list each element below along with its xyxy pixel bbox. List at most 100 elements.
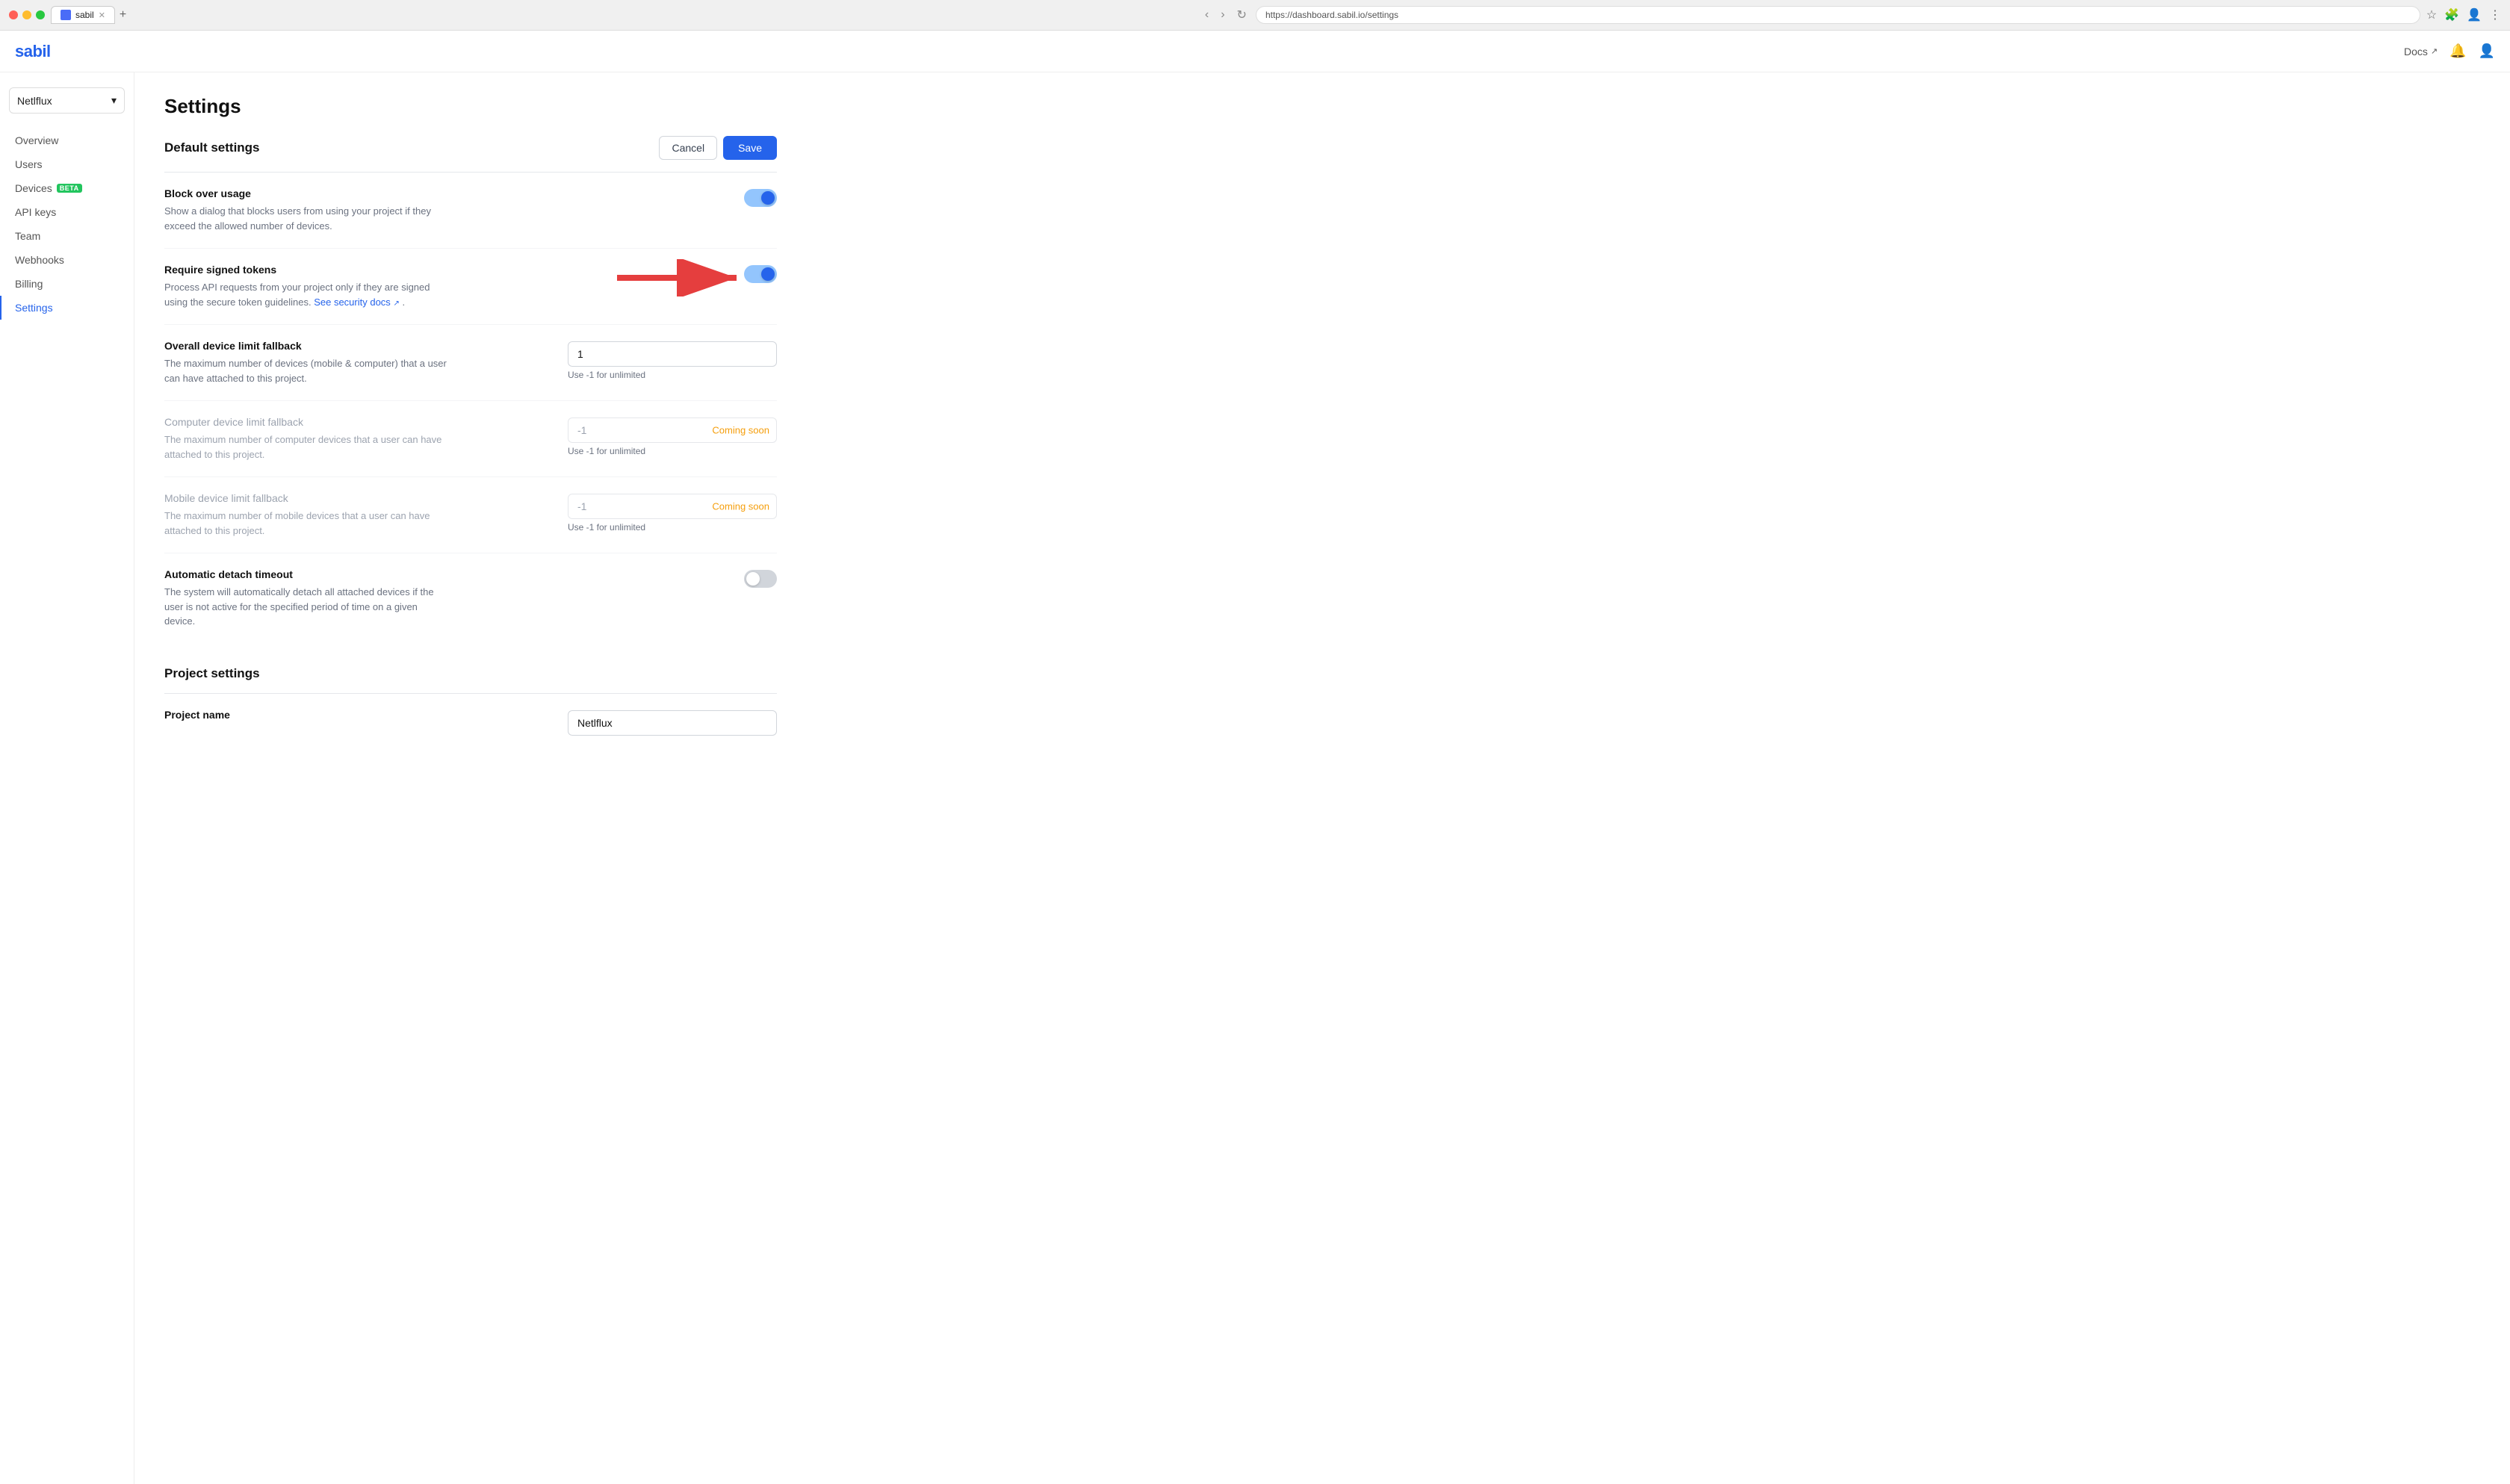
setting-control: Coming soon Use -1 for unlimited bbox=[568, 417, 777, 456]
new-tab-button[interactable]: + bbox=[120, 8, 126, 22]
setting-text: Automatic detach timeout The system will… bbox=[164, 568, 448, 629]
sidebar-item-webhooks[interactable]: Webhooks bbox=[0, 248, 134, 272]
tab-bar: sabil ✕ + bbox=[51, 6, 1196, 24]
sidebar-item-billing[interactable]: Billing bbox=[0, 272, 134, 296]
beta-badge: BETA bbox=[57, 184, 82, 193]
sidebar-item-label: Users bbox=[15, 158, 43, 170]
project-name-row: Project name bbox=[164, 694, 777, 743]
input-hint: Use -1 for unlimited bbox=[568, 522, 777, 533]
sidebar-item-label: Settings bbox=[15, 302, 53, 314]
project-settings-section: Project settings Project name bbox=[164, 666, 777, 743]
setting-label: Computer device limit fallback bbox=[164, 416, 448, 428]
page-title: Settings bbox=[164, 95, 777, 118]
sidebar-item-label: Webhooks bbox=[15, 254, 64, 266]
setting-text: Overall device limit fallback The maximu… bbox=[164, 340, 448, 385]
sidebar-item-overview[interactable]: Overview bbox=[0, 128, 134, 152]
project-selector[interactable]: Netlflux ▾ bbox=[9, 87, 125, 114]
traffic-lights bbox=[9, 10, 45, 19]
default-settings-title: Default settings bbox=[164, 140, 260, 155]
url-text: https://dashboard.sabil.io/settings bbox=[1265, 10, 1398, 20]
sidebar-item-team[interactable]: Team bbox=[0, 224, 134, 248]
close-button[interactable] bbox=[9, 10, 18, 19]
block-over-usage-toggle[interactable] bbox=[744, 189, 777, 207]
address-bar[interactable]: https://dashboard.sabil.io/settings bbox=[1256, 6, 2420, 24]
external-link-icon: ↗ bbox=[2431, 46, 2438, 56]
setting-desc: Process API requests from your project o… bbox=[164, 280, 448, 309]
computer-device-limit-input bbox=[568, 417, 777, 443]
sidebar-item-label: API keys bbox=[15, 206, 56, 218]
setting-text: Block over usage Show a dialog that bloc… bbox=[164, 187, 448, 233]
back-button[interactable]: ‹ bbox=[1202, 7, 1212, 23]
require-signed-tokens-toggle[interactable] bbox=[744, 265, 777, 283]
setting-require-signed-tokens: Require signed tokens Process API reques… bbox=[164, 249, 777, 325]
setting-desc: The maximum number of mobile devices tha… bbox=[164, 509, 448, 538]
setting-label: Automatic detach timeout bbox=[164, 568, 448, 580]
sidebar-item-devices[interactable]: Devices BETA bbox=[0, 176, 134, 200]
input-hint: Use -1 for unlimited bbox=[568, 370, 777, 380]
browser-chrome: sabil ✕ + ‹ › ↻ https://dashboard.sabil.… bbox=[0, 0, 2510, 31]
toggle-slider bbox=[744, 265, 777, 283]
sidebar-item-api-keys[interactable]: API keys bbox=[0, 200, 134, 224]
setting-computer-device-limit: Computer device limit fallback The maxim… bbox=[164, 401, 777, 477]
minimize-button[interactable] bbox=[22, 10, 31, 19]
setting-overall-device-limit: Overall device limit fallback The maximu… bbox=[164, 325, 777, 401]
setting-control bbox=[744, 265, 777, 283]
notification-icon[interactable]: 🔔 bbox=[2449, 43, 2466, 59]
toggle-slider bbox=[744, 570, 777, 588]
cancel-button[interactable]: Cancel bbox=[659, 136, 717, 160]
app-logo[interactable]: sabil bbox=[15, 42, 51, 61]
setting-control bbox=[568, 710, 777, 736]
external-link-icon: ↗ bbox=[393, 299, 399, 308]
browser-nav-icons: ☆ 🧩 👤 ⋮ bbox=[2426, 7, 2501, 22]
sidebar-item-label: Team bbox=[15, 230, 40, 242]
setting-control bbox=[744, 189, 777, 207]
sidebar-item-settings[interactable]: Settings bbox=[0, 296, 134, 320]
toggle-slider bbox=[744, 189, 777, 207]
overall-device-limit-input[interactable] bbox=[568, 341, 777, 367]
setting-text: Project name bbox=[164, 709, 230, 725]
setting-auto-detach-timeout: Automatic detach timeout The system will… bbox=[164, 553, 777, 644]
maximize-button[interactable] bbox=[36, 10, 45, 19]
setting-desc: The maximum number of devices (mobile & … bbox=[164, 356, 448, 385]
tab-close-icon[interactable]: ✕ bbox=[99, 10, 105, 20]
app-body: Netlflux ▾ Overview Users Devices BETA A… bbox=[0, 72, 2510, 1484]
docs-link[interactable]: Docs ↗ bbox=[2404, 46, 2438, 58]
app-header: sabil Docs ↗ 🔔 👤 bbox=[0, 31, 2510, 72]
chevron-down-icon: ▾ bbox=[111, 94, 117, 107]
setting-label: Require signed tokens bbox=[164, 264, 448, 276]
coming-soon-wrapper: Coming soon bbox=[568, 417, 777, 443]
header-right: Docs ↗ 🔔 👤 bbox=[2404, 43, 2495, 59]
user-avatar-icon[interactable]: 👤 bbox=[2479, 43, 2495, 59]
nav-controls: ‹ › ↻ bbox=[1202, 6, 1250, 24]
browser-tab[interactable]: sabil ✕ bbox=[51, 6, 115, 24]
sidebar-nav: Overview Users Devices BETA API keys Tea… bbox=[0, 128, 134, 320]
sidebar-item-label: Overview bbox=[15, 134, 58, 146]
extensions-icon[interactable]: 🧩 bbox=[2444, 7, 2459, 22]
profile-icon[interactable]: 👤 bbox=[2467, 7, 2482, 22]
input-hint: Use -1 for unlimited bbox=[568, 446, 777, 456]
project-name: Netlflux bbox=[17, 95, 52, 107]
auto-detach-toggle[interactable] bbox=[744, 570, 777, 588]
project-settings-title: Project settings bbox=[164, 666, 777, 681]
docs-label: Docs bbox=[2404, 46, 2428, 58]
sidebar-item-users[interactable]: Users bbox=[0, 152, 134, 176]
forward-button[interactable]: › bbox=[1218, 7, 1227, 23]
refresh-button[interactable]: ↻ bbox=[1234, 6, 1250, 24]
save-button[interactable]: Save bbox=[723, 136, 777, 160]
setting-desc: The system will automatically detach all… bbox=[164, 585, 448, 629]
red-arrow-annotation bbox=[610, 259, 759, 299]
setting-block-over-usage: Block over usage Show a dialog that bloc… bbox=[164, 173, 777, 249]
project-name-input[interactable] bbox=[568, 710, 777, 736]
mobile-device-limit-input bbox=[568, 494, 777, 519]
tab-title: sabil bbox=[75, 10, 94, 20]
security-docs-link[interactable]: See security docs ↗ bbox=[314, 297, 402, 308]
setting-desc: Show a dialog that blocks users from usi… bbox=[164, 204, 448, 233]
sidebar-item-label: Devices bbox=[15, 182, 52, 194]
bookmark-icon[interactable]: ☆ bbox=[2426, 7, 2437, 22]
menu-icon[interactable]: ⋮ bbox=[2489, 7, 2501, 22]
setting-desc: The maximum number of computer devices t… bbox=[164, 432, 448, 462]
setting-text: Mobile device limit fallback The maximum… bbox=[164, 492, 448, 538]
setting-control: Use -1 for unlimited bbox=[568, 341, 777, 380]
setting-mobile-device-limit: Mobile device limit fallback The maximum… bbox=[164, 477, 777, 553]
section-header-bar: Default settings Cancel Save bbox=[164, 136, 777, 173]
